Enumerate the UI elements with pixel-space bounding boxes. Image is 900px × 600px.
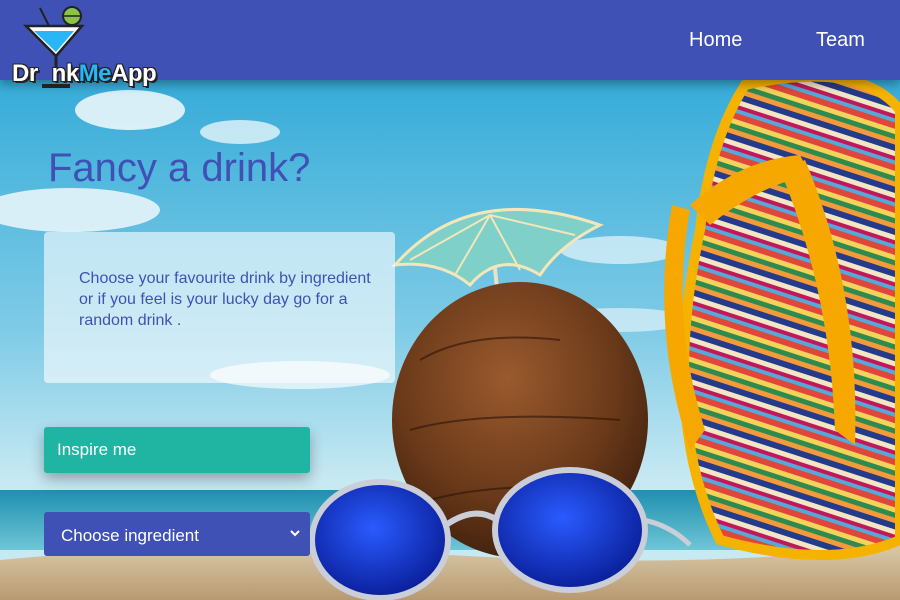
nav-team-link[interactable]: Team	[816, 29, 865, 52]
inspire-me-button[interactable]: Inspire me	[44, 427, 310, 473]
description-text: Choose your favourite drink by ingredien…	[79, 270, 371, 329]
description-card: Choose your favourite drink by ingredien…	[44, 232, 395, 383]
ingredient-select[interactable]: Choose ingredient	[44, 512, 310, 556]
navbar: Dr|nkMeApp Home Team	[0, 0, 900, 88]
app-logo-text: Dr|nkMeApp	[12, 60, 157, 87]
ingredient-select-value: Choose ingredient	[61, 526, 199, 545]
page-title: Fancy a drink?	[48, 146, 311, 190]
app-logo[interactable]: Dr|nkMeApp	[12, 4, 172, 92]
nav-home-link[interactable]: Home	[689, 29, 742, 52]
chevron-down-icon	[290, 530, 300, 537]
